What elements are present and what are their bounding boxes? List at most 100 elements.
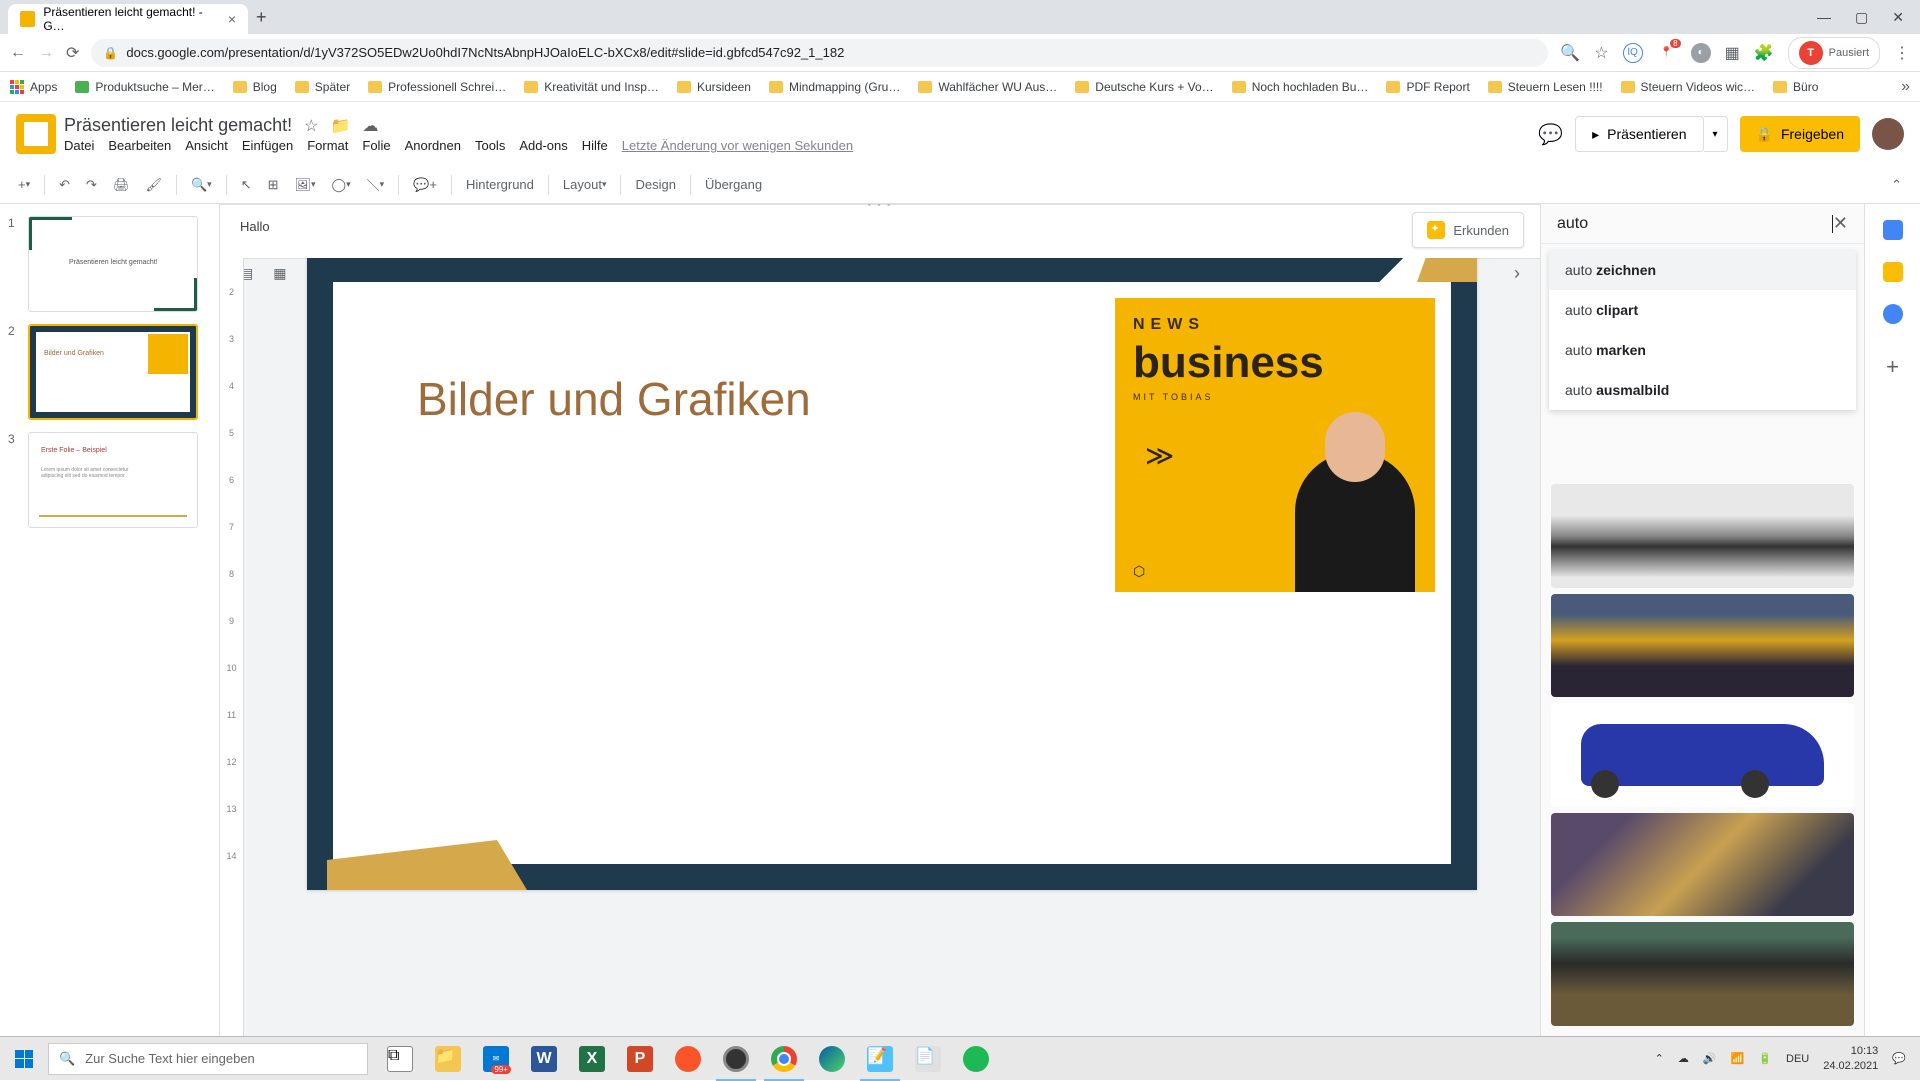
suggestion-item[interactable]: auto clipart	[1549, 290, 1856, 330]
mail-icon[interactable]: ✉99+	[472, 1037, 520, 1081]
minimize-icon[interactable]: —	[1817, 9, 1831, 26]
suggestion-item[interactable]: auto ausmalbild	[1549, 370, 1856, 410]
onedrive-icon[interactable]: ☁	[1678, 1052, 1689, 1065]
file-explorer-icon[interactable]: 📁	[424, 1037, 472, 1081]
present-dropdown[interactable]: ▾	[1704, 116, 1728, 152]
new-slide-button[interactable]: +	[12, 173, 36, 196]
image-insert-icon[interactable]: 🖼	[289, 173, 322, 197]
word-icon[interactable]: W	[520, 1037, 568, 1081]
add-addon-icon[interactable]: +	[1886, 354, 1899, 380]
star-icon[interactable]: ☆	[1594, 43, 1608, 63]
new-tab-button[interactable]: +	[256, 7, 267, 28]
notepad-icon[interactable]: 📝	[856, 1037, 904, 1081]
share-button[interactable]: 🔒 Freigeben	[1740, 116, 1860, 152]
close-tab-icon[interactable]: ×	[228, 11, 236, 27]
transition-button[interactable]: Übergang	[699, 173, 768, 196]
select-tool-icon[interactable]: ↖	[235, 173, 258, 197]
menu-bearbeiten[interactable]: Bearbeiten	[108, 138, 171, 153]
menu-hilfe[interactable]: Hilfe	[582, 138, 608, 153]
bookmark-item[interactable]: Blog	[233, 80, 277, 94]
profile-paused-chip[interactable]: T Pausiert	[1788, 37, 1880, 69]
excel-icon[interactable]: X	[568, 1037, 616, 1081]
bookmark-item[interactable]: Produktsuche – Mer…	[75, 80, 214, 94]
apps-shortcut[interactable]: Apps	[10, 80, 57, 94]
suggestion-item[interactable]: auto marken	[1549, 330, 1856, 370]
slide-thumb-3[interactable]: Erste Folie – Beispiel Lorem ipsum dolor…	[28, 432, 198, 528]
bookmark-item[interactable]: Steuern Videos wic…	[1621, 80, 1756, 94]
bookmark-item[interactable]: Deutsche Kurs + Vo…	[1075, 80, 1213, 94]
layout-dropdown[interactable]: Layout	[557, 173, 613, 196]
menu-einfuegen[interactable]: Einfügen	[242, 138, 293, 153]
tasks-icon[interactable]	[1883, 304, 1903, 324]
zoom-icon[interactable]: 🔍	[1560, 43, 1580, 63]
slide-thumb-1[interactable]: Präsentieren leicht gemacht!	[28, 216, 198, 312]
address-bar[interactable]: 🔒 docs.google.com/presentation/d/1yV372S…	[91, 39, 1548, 67]
brave-icon[interactable]	[664, 1037, 712, 1081]
cloud-saved-icon[interactable]: ☁	[362, 116, 378, 136]
notes-text[interactable]: Hallo	[240, 219, 270, 234]
textbox-icon[interactable]: ⊞	[262, 173, 285, 197]
result-image[interactable]	[1551, 703, 1854, 807]
powerpoint-icon[interactable]: P	[616, 1037, 664, 1081]
background-button[interactable]: Hintergrund	[460, 173, 540, 196]
tray-expand-icon[interactable]: ⌃	[1655, 1052, 1664, 1065]
task-view-icon[interactable]: ⧉	[376, 1037, 424, 1081]
move-folder-icon[interactable]: 📁	[330, 116, 350, 136]
result-image[interactable]	[1551, 484, 1854, 588]
undo-icon[interactable]: ↶	[53, 173, 76, 197]
bookmarks-overflow-icon[interactable]: »	[1901, 78, 1910, 96]
extension-grey-icon[interactable]: ◐	[1691, 43, 1711, 63]
bookmark-item[interactable]: Wahlfächer WU Aus…	[918, 80, 1057, 94]
maximize-icon[interactable]: ▢	[1855, 9, 1868, 26]
chrome-menu-icon[interactable]: ⋮	[1894, 43, 1910, 63]
slide-embedded-image[interactable]: NEWS business MIT TOBIAS ≫ ⬡	[1115, 298, 1435, 592]
shape-icon[interactable]: ◯	[326, 173, 357, 197]
menu-format[interactable]: Format	[307, 138, 348, 153]
bookmark-item[interactable]: Später	[295, 80, 350, 94]
extension-grid-icon[interactable]: ▦	[1725, 43, 1740, 63]
bookmark-item[interactable]: PDF Report	[1386, 80, 1469, 94]
menu-ansicht[interactable]: Ansicht	[185, 138, 228, 153]
obs-icon[interactable]	[712, 1037, 760, 1081]
menu-addons[interactable]: Add-ons	[519, 138, 567, 153]
browser-tab[interactable]: Präsentieren leicht gemacht! - G… ×	[8, 4, 248, 34]
explore-search-input[interactable]	[1557, 215, 1828, 233]
back-icon[interactable]: ←	[10, 44, 26, 62]
extension-pin-icon[interactable]: 📍8	[1657, 43, 1677, 63]
volume-icon[interactable]: 🔊	[1703, 1052, 1717, 1065]
slides-logo-icon[interactable]	[16, 114, 56, 154]
suggestion-item[interactable]: auto zeichnen	[1549, 250, 1856, 290]
battery-icon[interactable]: 🔋	[1758, 1052, 1772, 1065]
paint-format-icon[interactable]: 🖌	[139, 173, 168, 197]
zoom-dropdown[interactable]: 🔍	[185, 173, 218, 197]
collapse-toolbar-icon[interactable]: ⌃	[1885, 173, 1908, 197]
close-window-icon[interactable]: ✕	[1892, 9, 1904, 26]
result-image[interactable]	[1551, 594, 1854, 698]
bookmark-item[interactable]: Mindmapping (Gru…	[769, 80, 900, 94]
last-edit-link[interactable]: Letzte Änderung vor wenigen Sekunden	[622, 138, 853, 153]
star-outline-icon[interactable]: ☆	[304, 116, 318, 136]
bookmark-item[interactable]: Steuern Lesen !!!!	[1488, 80, 1603, 94]
print-icon[interactable]: 🖨	[107, 173, 136, 197]
present-button[interactable]: ▸ Präsentieren	[1575, 116, 1703, 152]
result-image[interactable]	[1551, 813, 1854, 917]
menu-anordnen[interactable]: Anordnen	[405, 138, 461, 153]
spotify-icon[interactable]	[952, 1037, 1000, 1081]
reload-icon[interactable]: ⟳	[66, 43, 79, 63]
bookmark-item[interactable]: Büro	[1773, 80, 1818, 94]
menu-folie[interactable]: Folie	[362, 138, 390, 153]
edge-icon[interactable]	[808, 1037, 856, 1081]
redo-icon[interactable]: ↷	[80, 173, 103, 197]
wifi-icon[interactable]: 📶	[1731, 1052, 1745, 1065]
bookmark-item[interactable]: Kreativität und Insp…	[524, 80, 659, 94]
comment-add-icon[interactable]: 💬+	[407, 173, 443, 197]
user-avatar[interactable]	[1872, 118, 1904, 150]
notes-resize-handle[interactable]: • • •	[868, 204, 892, 210]
menu-datei[interactable]: Datei	[64, 138, 94, 153]
slide-thumb-2[interactable]: Bilder und Grafiken	[28, 324, 198, 420]
keep-icon[interactable]	[1883, 262, 1903, 282]
close-explore-icon[interactable]: ✕	[1833, 213, 1848, 234]
notifications-icon[interactable]: 💬	[1892, 1052, 1906, 1065]
speaker-notes[interactable]: • • • Hallo Erkunden	[220, 204, 1540, 258]
chrome-icon[interactable]	[760, 1037, 808, 1081]
